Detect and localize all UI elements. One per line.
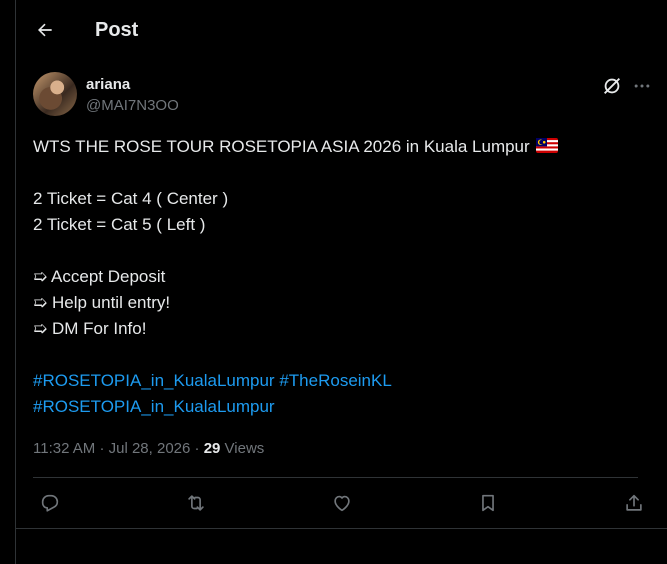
post-date[interactable]: Jul 28, 2026	[109, 440, 191, 457]
share-button[interactable]	[622, 491, 646, 515]
bookmark-icon	[482, 494, 494, 512]
hashtag-link[interactable]: #TheRoseinKL	[279, 371, 391, 390]
share-icon	[626, 494, 642, 511]
post-line	[33, 342, 653, 368]
like-icon	[334, 495, 350, 512]
post-line: WTS THE ROSE TOUR ROSETOPIA ASIA 2026 in…	[33, 134, 653, 160]
arrow-left-icon	[38, 23, 52, 37]
divider	[33, 477, 638, 478]
grok-icon	[604, 78, 620, 94]
bookmark-button[interactable]	[476, 491, 500, 515]
avatar[interactable]	[33, 72, 77, 116]
author-display-name[interactable]: ariana	[86, 76, 130, 93]
back-button[interactable]	[34, 19, 56, 41]
post-line	[33, 238, 653, 264]
views-count[interactable]: 29	[204, 440, 221, 457]
hashtag-line: #ROSETOPIA_in_KualaLumpur #TheRoseinKL	[33, 368, 653, 394]
reply-icon	[41, 494, 59, 512]
divider	[16, 528, 667, 529]
author-handle[interactable]: @MAI7N3OO	[86, 97, 179, 114]
views-label[interactable]: Views	[225, 440, 265, 457]
post-line: ➯ Accept Deposit	[33, 267, 166, 286]
reply-button[interactable]	[38, 491, 62, 515]
post-line: ➯ DM For Info!	[33, 319, 147, 338]
repost-icon	[188, 495, 204, 511]
hashtag-line: #ROSETOPIA_in_KualaLumpur	[33, 394, 653, 420]
malaysia-flag-icon	[535, 138, 558, 154]
more-options-button[interactable]	[631, 75, 653, 97]
header: Post	[16, 0, 667, 60]
hashtag-link[interactable]: #ROSETOPIA_in_KualaLumpur	[33, 371, 275, 390]
post-text: WTS THE ROSE TOUR ROSETOPIA ASIA 2026 in…	[33, 134, 653, 420]
post-line: 2 Ticket = Cat 4 ( Center )	[33, 189, 229, 208]
hashtag-link[interactable]: #ROSETOPIA_in_KualaLumpur	[33, 397, 275, 416]
post-line: ➯ Help until entry!	[33, 293, 171, 312]
post-time[interactable]: 11:32 AM	[33, 440, 95, 457]
repost-button[interactable]	[184, 491, 208, 515]
more-horizontal-icon	[634, 84, 650, 88]
grok-button[interactable]	[601, 75, 623, 97]
post-column: Post ariana @MAI7N3OO WTS THE ROSE TOUR …	[15, 0, 667, 564]
post-line	[33, 160, 653, 186]
post-line: 2 Ticket = Cat 5 ( Left )	[33, 215, 206, 234]
like-button[interactable]	[330, 491, 354, 515]
post-meta: 11:32 AM · Jul 28, 2026 · 29 Views	[33, 440, 265, 457]
page-title: Post	[95, 19, 139, 41]
